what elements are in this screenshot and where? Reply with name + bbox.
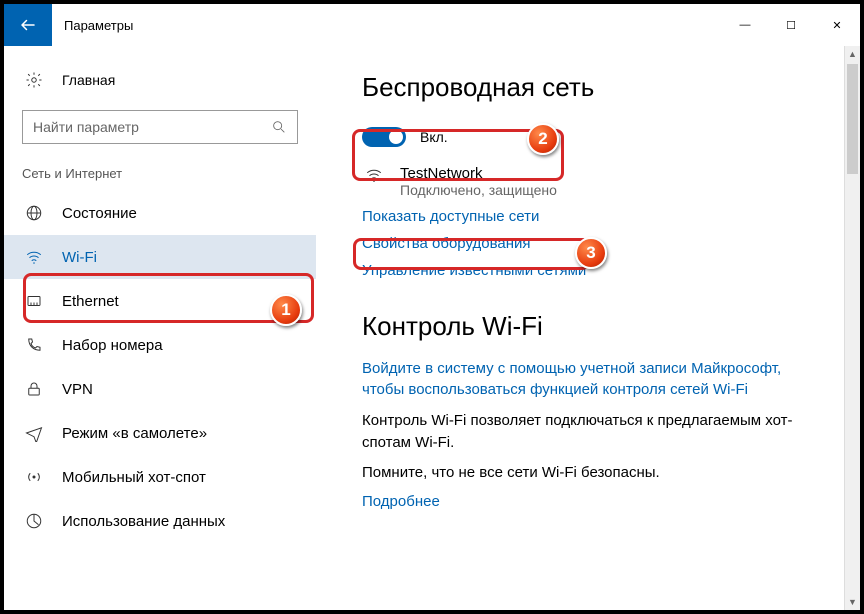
nav-label: VPN (62, 381, 93, 398)
ethernet-icon (24, 291, 44, 311)
sidebar-item-wifi[interactable]: Wi-Fi (4, 235, 316, 279)
wifi-toggle-label: Вкл. (420, 129, 448, 145)
hotspot-icon (24, 467, 44, 487)
nav-label: Wi-Fi (62, 249, 97, 266)
link-known-networks[interactable]: Управление известными сетями (362, 262, 828, 279)
link-signin[interactable]: Войдите в систему с помощью учетной запи… (362, 358, 802, 400)
sidebar-home-label: Главная (62, 72, 115, 88)
nav-label: Состояние (62, 205, 137, 222)
nav-label: Использование данных (62, 513, 225, 530)
nav-label: Набор номера (62, 337, 163, 354)
nav-label: Мобильный хот-спот (62, 469, 206, 486)
phone-icon (24, 335, 44, 355)
airplane-icon (24, 423, 44, 443)
minimize-button[interactable]: — (722, 4, 768, 46)
nav-label: Ethernet (62, 293, 119, 310)
window-controls: — ☐ ✕ (722, 4, 860, 46)
search-placeholder: Найти параметр (33, 119, 139, 135)
gear-icon (24, 70, 44, 90)
nav-label: Режим «в самолете» (62, 425, 207, 442)
scroll-down-icon[interactable]: ▼ (845, 594, 860, 610)
link-show-available[interactable]: Показать доступные сети (362, 208, 828, 225)
sidebar-item-status[interactable]: Состояние (4, 191, 316, 235)
link-hardware-props[interactable]: Свойства оборудования (362, 235, 828, 252)
search-icon (271, 119, 287, 135)
maximize-button[interactable]: ☐ (768, 4, 814, 46)
wifi-toggle[interactable] (362, 127, 406, 147)
page-heading: Беспроводная сеть (362, 72, 828, 103)
sidebar-section-label: Сеть и Интернет (4, 144, 316, 191)
arrow-left-icon (19, 16, 37, 34)
link-more[interactable]: Подробнее (362, 493, 828, 510)
wifi-toggle-row: Вкл. (362, 121, 828, 153)
wifi-sense-heading: Контроль Wi-Fi (362, 311, 828, 342)
sidebar-item-hotspot[interactable]: Мобильный хот-спот (4, 455, 316, 499)
back-button[interactable] (4, 4, 52, 46)
sidebar-item-vpn[interactable]: VPN (4, 367, 316, 411)
window-title: Параметры (64, 18, 133, 33)
globe-icon (24, 203, 44, 223)
data-usage-icon (24, 511, 44, 531)
network-name: TestNetwork (400, 165, 557, 182)
sidebar-home[interactable]: Главная (4, 64, 316, 96)
sidebar-item-dialup[interactable]: Набор номера (4, 323, 316, 367)
current-network[interactable]: TestNetwork Подключено, защищено (362, 165, 828, 198)
sidebar: Главная Найти параметр Сеть и Интернет С… (4, 46, 316, 610)
sidebar-item-ethernet[interactable]: Ethernet (4, 279, 316, 323)
scroll-up-icon[interactable]: ▲ (845, 46, 860, 62)
scrollbar[interactable]: ▲ ▼ (844, 46, 860, 610)
titlebar: Параметры — ☐ ✕ (4, 4, 860, 46)
main-content: Беспроводная сеть Вкл. TestNetwork Подкл… (316, 46, 860, 610)
vpn-icon (24, 379, 44, 399)
wifi-sense-para2: Помните, что не все сети Wi-Fi безопасны… (362, 462, 828, 484)
sidebar-item-airplane[interactable]: Режим «в самолете» (4, 411, 316, 455)
search-input[interactable]: Найти параметр (22, 110, 298, 144)
wifi-signal-icon (364, 165, 384, 185)
wifi-sense-para1: Контроль Wi-Fi позволяет подключаться к … (362, 410, 802, 454)
network-status: Подключено, защищено (400, 182, 557, 198)
wifi-icon (24, 247, 44, 267)
scroll-thumb[interactable] (847, 64, 858, 174)
close-button[interactable]: ✕ (814, 4, 860, 46)
sidebar-item-datausage[interactable]: Использование данных (4, 499, 316, 543)
